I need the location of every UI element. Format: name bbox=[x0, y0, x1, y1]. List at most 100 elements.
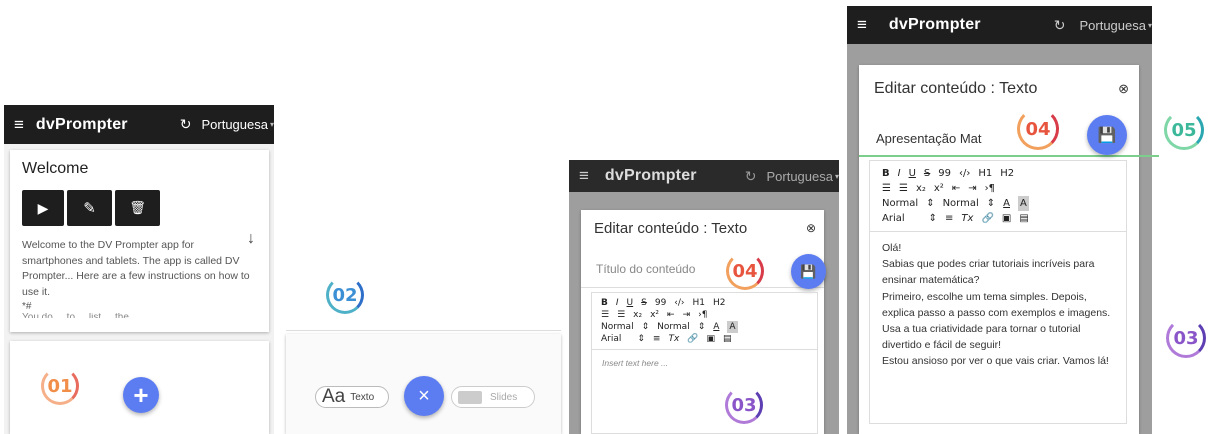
add-button[interactable]: + bbox=[123, 377, 159, 413]
chevron-updown-icon: ⇕ bbox=[641, 322, 650, 332]
italic-button[interactable]: I bbox=[898, 166, 901, 181]
save-button[interactable]: 💾 bbox=[1087, 115, 1127, 155]
card-title: Welcome bbox=[22, 160, 89, 177]
superscript-button[interactable]: x² bbox=[934, 181, 944, 196]
size-select[interactable]: Normal bbox=[601, 321, 634, 333]
text-type-icon: Aa bbox=[322, 386, 346, 407]
image-icon[interactable]: ▣ bbox=[707, 333, 716, 345]
language-select[interactable]: Portuguesa bbox=[201, 117, 268, 132]
chevron-down-icon: ▾ bbox=[834, 171, 839, 181]
truncated-text: You do ... to ... list ... the ... bbox=[22, 313, 257, 318]
edit-icon: ✎ bbox=[83, 200, 96, 217]
refresh-icon[interactable]: ↻ bbox=[1054, 17, 1066, 34]
edit-dialog: Editar conteúdo : Texto ⊗ Apresentação M… bbox=[859, 65, 1159, 434]
rtl-button[interactable]: ›¶ bbox=[985, 181, 995, 196]
rtl-button[interactable]: ›¶ bbox=[698, 309, 707, 321]
bold-button[interactable]: B bbox=[882, 166, 890, 181]
texto-label: Texto bbox=[350, 391, 375, 403]
clear-format-button[interactable]: Tx bbox=[668, 333, 679, 345]
expand-icon[interactable]: ↓ bbox=[247, 230, 255, 248]
underline-button[interactable]: U bbox=[627, 297, 634, 309]
content-paragraph: Olá! bbox=[882, 242, 902, 254]
toolbar-row: Arial ⇕ ≡ Tx 🔗 ▣ ▤ bbox=[601, 333, 808, 345]
outdent-button[interactable]: ⇤ bbox=[667, 309, 675, 321]
refresh-icon[interactable]: ↻ bbox=[745, 168, 757, 185]
language-select[interactable]: Portuguesa bbox=[1079, 18, 1146, 33]
code-button[interactable]: ‹/› bbox=[674, 297, 684, 309]
close-menu-button[interactable]: × bbox=[404, 376, 444, 416]
play-icon: ▶ bbox=[37, 199, 49, 216]
toolbar-row: Arial ⇕ ≡ Tx 🔗 ▣ ▤ bbox=[882, 211, 1114, 226]
card-actions: ▶ ✎ 🗑 bbox=[22, 190, 257, 226]
code-button[interactable]: ‹/› bbox=[959, 166, 970, 181]
bold-button[interactable]: B bbox=[601, 297, 608, 309]
h2-button[interactable]: H2 bbox=[713, 297, 726, 309]
title-input[interactable]: Título do conteúdo bbox=[596, 262, 695, 276]
bullet-list-button[interactable]: ☰ bbox=[899, 181, 908, 196]
slides-label: Slides bbox=[490, 391, 518, 403]
save-button[interactable]: 💾 bbox=[791, 254, 826, 289]
background-color-button[interactable]: A bbox=[727, 321, 738, 333]
link-icon[interactable]: 🔗 bbox=[687, 333, 698, 345]
ordered-list-button[interactable]: ☰ bbox=[882, 181, 891, 196]
editor-content[interactable]: Insert text here ... bbox=[592, 350, 817, 376]
font-select[interactable]: Arial bbox=[601, 333, 621, 345]
h2-button[interactable]: H2 bbox=[1000, 166, 1014, 181]
superscript-button[interactable]: x² bbox=[650, 309, 659, 321]
header-select[interactable]: Normal bbox=[657, 321, 690, 333]
title-input[interactable]: Apresentação Mat bbox=[876, 131, 982, 146]
editor-content[interactable]: Olá! Sabias que podes criar tutoriais in… bbox=[870, 232, 1126, 378]
blockquote-button[interactable]: 99 bbox=[655, 297, 666, 309]
video-icon[interactable]: ▤ bbox=[1019, 211, 1028, 226]
size-select[interactable]: Normal bbox=[882, 196, 918, 211]
close-dialog-icon[interactable]: ⊗ bbox=[1118, 81, 1129, 97]
clear-format-button[interactable]: Tx bbox=[961, 211, 973, 226]
dialog-title: Editar conteúdo : Texto bbox=[594, 220, 748, 237]
h1-button[interactable]: H1 bbox=[978, 166, 992, 181]
edit-button[interactable]: ✎ bbox=[67, 190, 112, 226]
strike-button[interactable]: S bbox=[924, 166, 930, 181]
subscript-button[interactable]: x₂ bbox=[633, 309, 642, 321]
underline-button[interactable]: U bbox=[909, 166, 916, 181]
text-color-button[interactable]: A bbox=[713, 321, 719, 333]
subscript-button[interactable]: x₂ bbox=[916, 181, 926, 196]
header-select[interactable]: Normal bbox=[943, 196, 979, 211]
texto-chip[interactable]: Aa Texto bbox=[315, 386, 389, 408]
h1-button[interactable]: H1 bbox=[693, 297, 706, 309]
content-paragraph: Estou ansioso por ver o que vais criar. … bbox=[882, 355, 1109, 368]
title-underline-focused bbox=[859, 155, 1159, 157]
bullet-list-button[interactable]: ☰ bbox=[617, 309, 625, 321]
text-color-button[interactable]: A bbox=[1003, 196, 1010, 211]
blockquote-button[interactable]: 99 bbox=[938, 166, 951, 181]
link-icon[interactable]: 🔗 bbox=[981, 211, 993, 226]
italic-button[interactable]: I bbox=[616, 297, 619, 309]
screen-2-add-menu: 02 Aa Texto × Slides bbox=[286, 270, 561, 434]
font-select[interactable]: Arial bbox=[882, 211, 905, 226]
delete-button[interactable]: 🗑 bbox=[115, 190, 160, 226]
outdent-button[interactable]: ⇤ bbox=[952, 181, 960, 196]
play-button[interactable]: ▶ bbox=[22, 190, 64, 226]
align-button[interactable]: ≡ bbox=[653, 333, 661, 345]
dialog-title: Editar conteúdo : Texto bbox=[874, 80, 1038, 97]
align-button[interactable]: ≡ bbox=[945, 211, 953, 226]
video-icon[interactable]: ▤ bbox=[723, 333, 732, 345]
strike-button[interactable]: S bbox=[641, 297, 647, 309]
indent-button[interactable]: ⇥ bbox=[968, 181, 976, 196]
screen-4-editor-filled: ≡ dvPrompter ↻ Portuguesa ▾ Editar conteú… bbox=[847, 6, 1159, 434]
toolbar-row: Normal ⇕ Normal ⇕ A A bbox=[601, 321, 808, 333]
image-icon[interactable]: ▣ bbox=[1002, 211, 1011, 226]
step-badge-03: 03 bbox=[1166, 318, 1206, 358]
language-select[interactable]: Portuguesa bbox=[766, 169, 833, 184]
indent-button[interactable]: ⇥ bbox=[683, 309, 691, 321]
close-dialog-icon[interactable]: ⊗ bbox=[806, 221, 816, 235]
menu-icon[interactable]: ≡ bbox=[14, 115, 24, 135]
divider bbox=[286, 330, 561, 331]
refresh-icon[interactable]: ↻ bbox=[180, 116, 192, 133]
menu-icon[interactable]: ≡ bbox=[857, 15, 867, 35]
step-badge-03: 03 bbox=[725, 386, 763, 424]
menu-icon[interactable]: ≡ bbox=[579, 166, 589, 186]
background-color-button[interactable]: A bbox=[1018, 196, 1029, 211]
toolbar-row: B I U S 99 ‹/› H1 H2 bbox=[601, 297, 808, 309]
ordered-list-button[interactable]: ☰ bbox=[601, 309, 609, 321]
slides-chip[interactable]: Slides bbox=[451, 386, 535, 408]
